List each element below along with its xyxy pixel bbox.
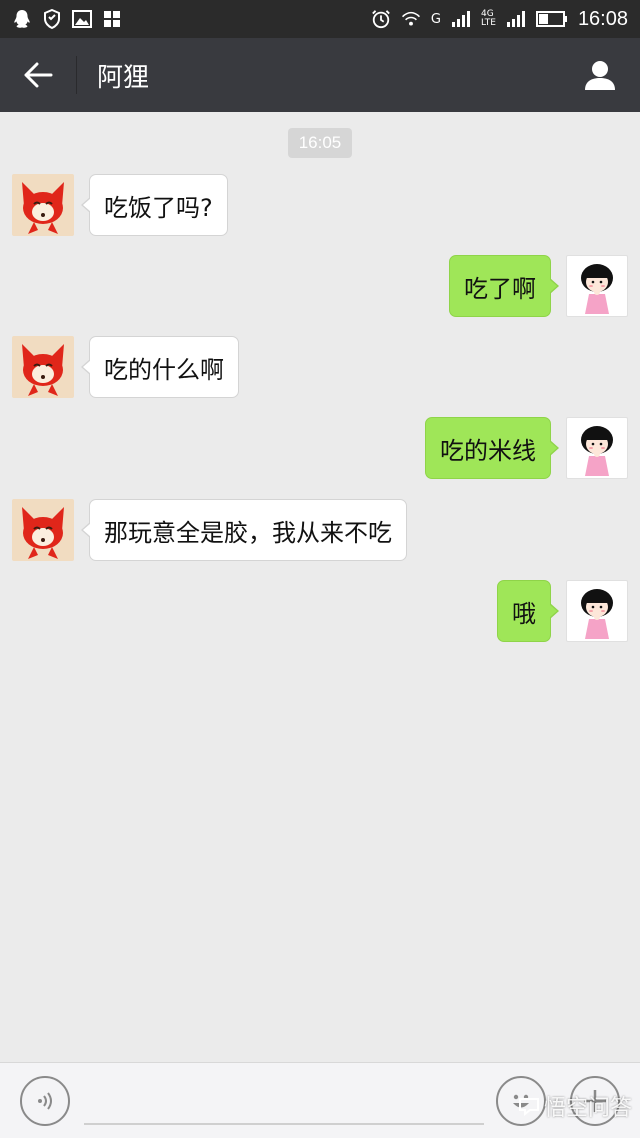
girl-avatar-icon bbox=[581, 589, 613, 639]
title-divider bbox=[76, 56, 77, 94]
network-g-label: G bbox=[430, 11, 441, 27]
signal-icon-2 bbox=[506, 9, 526, 29]
received-message[interactable]: 吃饭了吗? bbox=[81, 174, 228, 236]
person-icon bbox=[585, 61, 615, 90]
received-message[interactable]: 那玩意全是胶，我从来不吃 bbox=[81, 499, 407, 561]
girl-avatar-icon bbox=[581, 426, 613, 476]
message-list[interactable]: 16:05 吃饭了吗? 吃了啊 吃的什么啊 吃的米线 那玩意全是胶，我从来不吃 … bbox=[0, 112, 640, 1062]
watermark-logo-icon bbox=[519, 1098, 539, 1116]
my-avatar[interactable] bbox=[566, 417, 628, 479]
watermark-text: 悟空问答 bbox=[544, 1096, 633, 1121]
apps-icon bbox=[102, 9, 122, 29]
my-avatar[interactable] bbox=[566, 255, 628, 317]
back-button[interactable] bbox=[0, 38, 76, 112]
contact-avatar[interactable] bbox=[12, 499, 74, 561]
sent-message[interactable]: 吃的米线 bbox=[425, 417, 559, 479]
fox-avatar-icon bbox=[22, 507, 64, 559]
image-icon bbox=[72, 9, 92, 29]
contact-avatar[interactable] bbox=[12, 174, 74, 236]
message-input[interactable] bbox=[84, 1083, 484, 1125]
shield-icon bbox=[42, 9, 62, 29]
girl-avatar-icon bbox=[581, 264, 613, 314]
alarm-icon bbox=[371, 9, 391, 29]
sent-message[interactable]: 哦 bbox=[497, 580, 559, 642]
chat-info-button[interactable] bbox=[560, 38, 640, 112]
voice-input-button[interactable] bbox=[20, 1076, 70, 1126]
received-message[interactable]: 吃的什么啊 bbox=[81, 336, 239, 398]
network-lte-label: LTE bbox=[480, 18, 496, 28]
battery-icon bbox=[535, 9, 568, 29]
chat-title: 阿狸 bbox=[97, 62, 150, 93]
sent-message[interactable]: 吃了啊 bbox=[449, 255, 559, 317]
qq-icon bbox=[12, 9, 32, 29]
signal-icon bbox=[451, 9, 471, 29]
arrow-left-icon bbox=[24, 62, 53, 88]
title-bar: 阿狸 bbox=[0, 38, 640, 112]
my-avatar[interactable] bbox=[566, 580, 628, 642]
network-4g-lte: 4G LTE bbox=[481, 10, 496, 28]
status-time: 16:08 bbox=[577, 7, 628, 30]
message-timestamp: 16:05 bbox=[288, 128, 352, 158]
watermark: 悟空问答 bbox=[518, 1090, 632, 1122]
fox-avatar-icon bbox=[22, 344, 64, 396]
voice-icon bbox=[38, 1092, 52, 1110]
fox-avatar-icon bbox=[22, 182, 64, 234]
status-bar: G 4G LTE 16:08 bbox=[0, 0, 640, 38]
wifi-icon bbox=[401, 9, 421, 29]
contact-avatar[interactable] bbox=[12, 336, 74, 398]
